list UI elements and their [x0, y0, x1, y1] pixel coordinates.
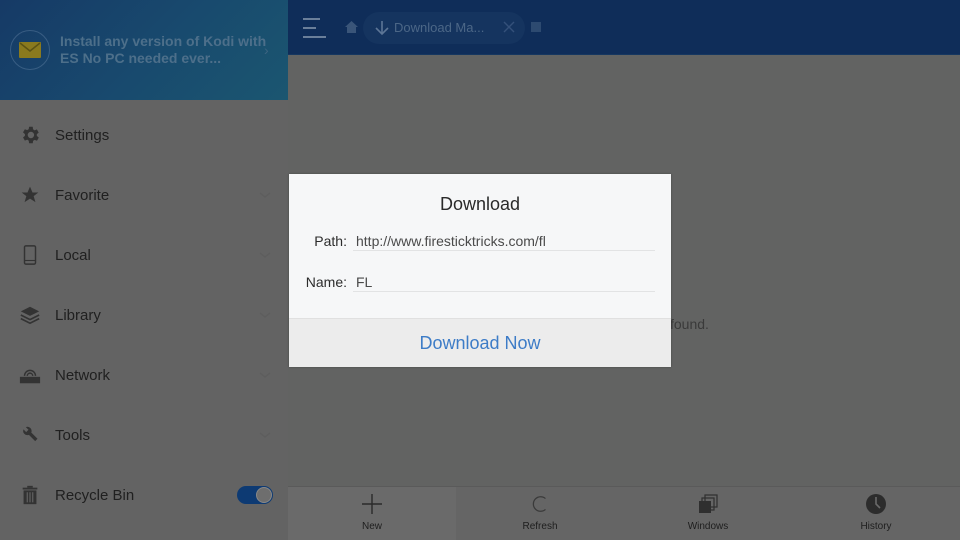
- promo-banner[interactable]: Install any version of Kodi with ES No P…: [0, 0, 288, 100]
- phone-icon: [19, 244, 41, 266]
- tab-label: Download Ma...: [394, 20, 485, 35]
- trash-icon: [19, 484, 41, 506]
- empty-state-text: found.: [670, 316, 709, 332]
- dialog-footer: Download Now: [289, 318, 671, 367]
- toggle-knob: [256, 487, 272, 503]
- chevron-down-icon[interactable]: [258, 430, 272, 440]
- sidebar-item-library[interactable]: Library: [0, 285, 288, 345]
- chevron-down-icon[interactable]: [258, 370, 272, 380]
- tool-label: History: [860, 521, 892, 532]
- close-icon[interactable]: [503, 21, 515, 33]
- tab-download-manager[interactable]: Download Ma...: [363, 12, 525, 44]
- download-dialog: Download Path: Name: Download Now: [289, 174, 671, 367]
- name-label: Name:: [305, 274, 347, 290]
- sidebar-item-label: Settings: [55, 126, 110, 144]
- router-icon: [19, 364, 41, 386]
- recycle-bin-toggle[interactable]: [237, 486, 273, 504]
- download-now-button[interactable]: Download Now: [289, 333, 671, 354]
- path-label: Path:: [314, 233, 347, 249]
- gear-icon: [19, 124, 41, 146]
- wrench-icon: [19, 424, 41, 446]
- chevron-right-icon: ›: [264, 42, 269, 58]
- home-icon[interactable]: [345, 21, 358, 33]
- sidebar-item-label: Network: [55, 366, 111, 384]
- sidebar-nav: Settings Favorite Local Library Network …: [0, 105, 288, 525]
- dialog-title: Download: [439, 194, 521, 214]
- sidebar-item-network[interactable]: Network: [0, 345, 288, 405]
- plus-icon: [361, 493, 383, 515]
- clock-icon: [865, 493, 887, 515]
- name-input[interactable]: [353, 272, 655, 292]
- sidebar-item-label: Favorite: [55, 186, 110, 204]
- star-icon: [19, 184, 41, 206]
- refresh-button[interactable]: Refresh: [456, 487, 624, 540]
- windows-button[interactable]: Windows: [624, 487, 792, 540]
- new-button[interactable]: New: [288, 487, 456, 540]
- tool-label: New: [361, 521, 382, 532]
- refresh-icon: [529, 493, 551, 515]
- sidebar-item-favorite[interactable]: Favorite: [0, 165, 288, 225]
- banner-text: Install any version of Kodi with ES No P…: [60, 33, 267, 66]
- sidebar-item-label: Local: [55, 246, 91, 264]
- tabs-overview-icon[interactable]: [531, 22, 541, 32]
- sidebar-item-local[interactable]: Local: [0, 225, 288, 285]
- tool-label: Refresh: [522, 521, 558, 532]
- chevron-down-icon[interactable]: [258, 250, 272, 260]
- sidebar-item-settings[interactable]: Settings: [0, 105, 288, 165]
- sidebar-item-label: Tools: [55, 426, 91, 444]
- windows-icon: [697, 493, 719, 515]
- sidebar-item-recycle-bin[interactable]: Recycle Bin: [0, 465, 288, 525]
- sidebar: Install any version of Kodi with ES No P…: [0, 0, 288, 540]
- sidebar-item-label: Recycle Bin: [55, 486, 135, 504]
- sidebar-item-label: Library: [55, 306, 101, 324]
- mail-icon: [10, 30, 50, 70]
- tool-label: Windows: [687, 521, 729, 532]
- download-arrow-icon: [375, 21, 389, 36]
- chevron-down-icon[interactable]: [258, 310, 272, 320]
- path-input[interactable]: [353, 231, 655, 251]
- sidebar-item-tools[interactable]: Tools: [0, 405, 288, 465]
- top-bar: Download Ma...: [288, 0, 960, 55]
- layers-icon: [19, 304, 41, 326]
- history-button[interactable]: History: [792, 487, 960, 540]
- hamburger-menu-icon[interactable]: [302, 17, 328, 39]
- chevron-down-icon[interactable]: [258, 190, 272, 200]
- bottom-toolbar: New Refresh Windows History: [288, 486, 960, 540]
